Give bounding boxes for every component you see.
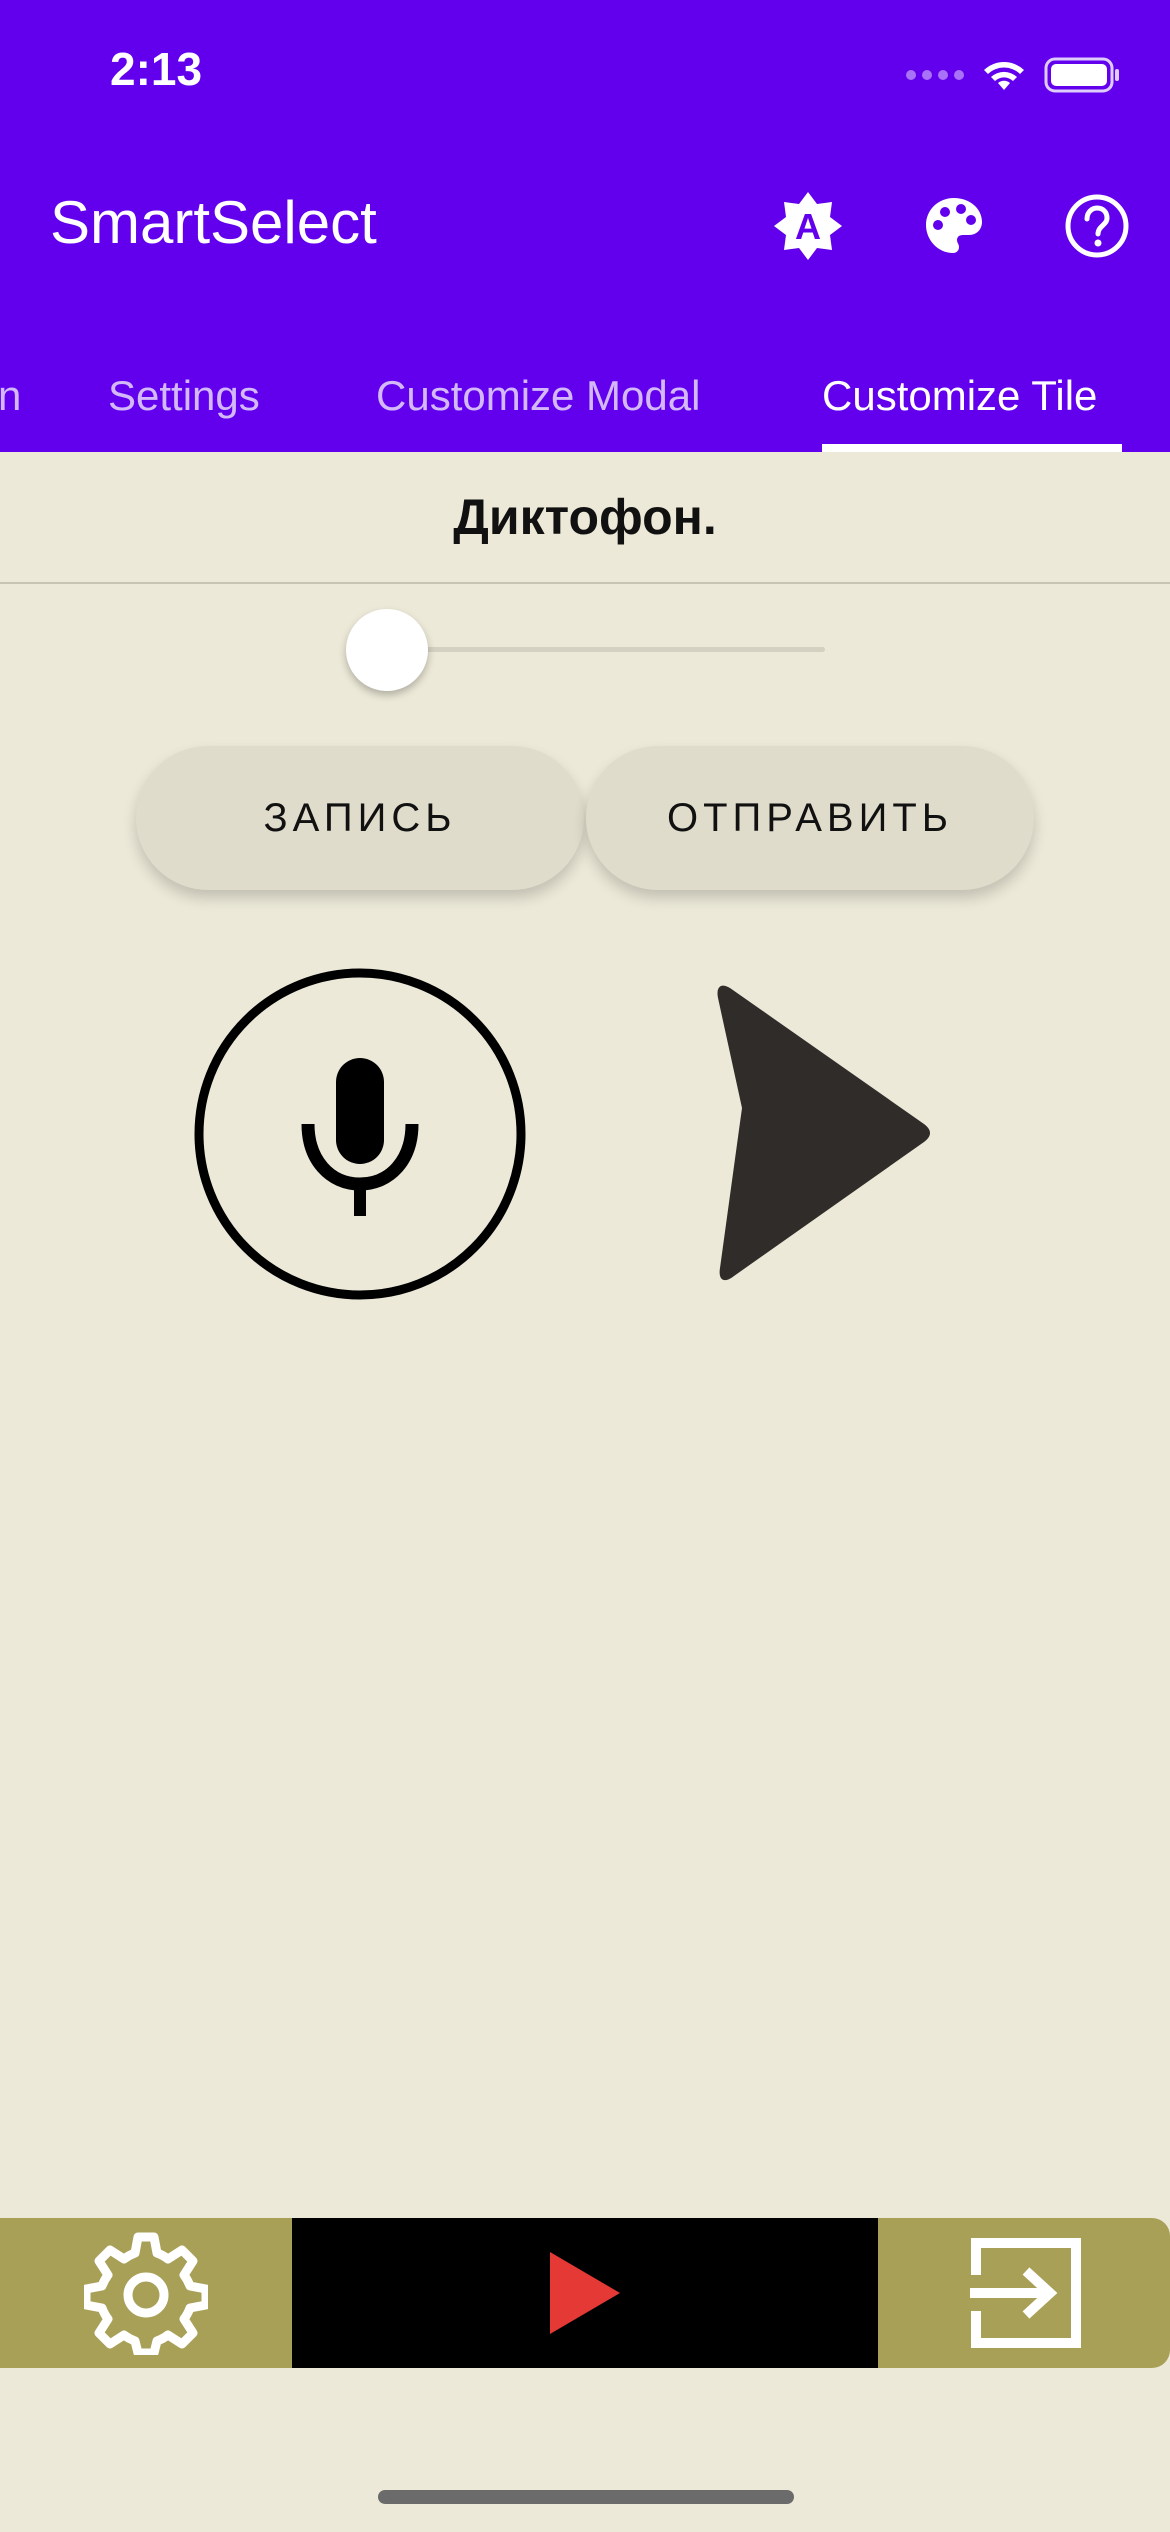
slider-thumb[interactable]	[346, 609, 428, 691]
status-icons	[906, 50, 1120, 100]
exit-button[interactable]	[878, 2218, 1170, 2368]
play-icon	[550, 2252, 620, 2334]
tile-title: Диктофон.	[453, 489, 717, 545]
microphone-icon[interactable]	[192, 966, 528, 1302]
home-indicator	[378, 2490, 794, 2504]
signal-icon	[906, 70, 964, 80]
exit-icon	[970, 2238, 1081, 2348]
send-button[interactable]: ОТПРАВИТЬ	[586, 746, 1034, 890]
play-button[interactable]	[292, 2218, 878, 2368]
wifi-icon	[984, 62, 1024, 90]
tab-customize-modal[interactable]: Customize Modal	[376, 340, 700, 452]
tile-title-row: Диктофон.	[0, 452, 1170, 584]
tab-partial[interactable]: n	[0, 340, 21, 452]
tab-indicator	[822, 444, 1122, 452]
palette-button[interactable]	[914, 186, 994, 266]
tab-customize-tile[interactable]: Customize Tile	[822, 340, 1097, 452]
help-icon	[1065, 194, 1129, 258]
record-button[interactable]: ЗАПИСЬ	[136, 746, 584, 890]
tab-bar: n Settings Customize Modal Customize Til…	[0, 340, 1170, 452]
settings-button[interactable]	[0, 2218, 292, 2368]
app-bar: 2:13 SmartSelect A n Settings Customize …	[0, 0, 1170, 452]
tab-settings[interactable]: Settings	[108, 340, 260, 452]
slider-track[interactable]	[385, 647, 825, 652]
app-title: SmartSelect	[50, 189, 377, 256]
send-icon[interactable]	[708, 982, 938, 1286]
svg-text:A: A	[795, 206, 821, 247]
battery-icon	[1044, 57, 1119, 93]
bottom-bar	[0, 2218, 1170, 2368]
help-button[interactable]	[1057, 186, 1137, 266]
brightness-auto-button[interactable]: A	[768, 186, 848, 266]
palette-icon	[926, 198, 982, 253]
settings-icon	[84, 2232, 208, 2355]
status-time: 2:13	[110, 43, 203, 95]
brightness-auto-icon: A	[774, 192, 842, 260]
